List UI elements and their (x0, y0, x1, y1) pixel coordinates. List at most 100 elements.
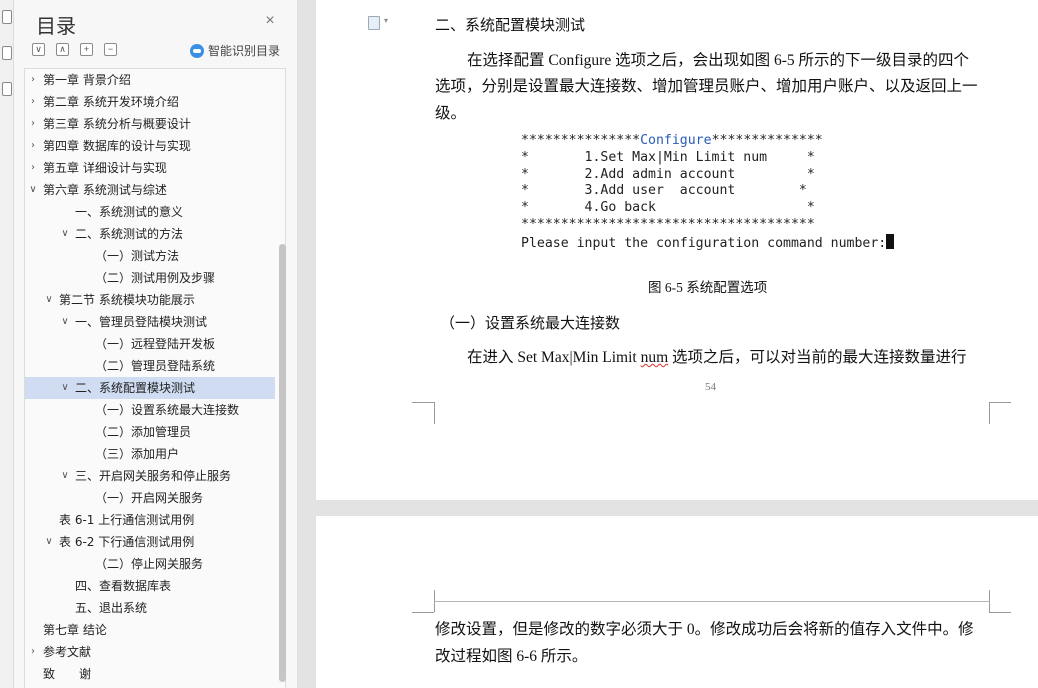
console-line: * 1.Set Max|Min Limit num * (521, 149, 815, 165)
paragraph-line: 修改设置，但是修改的数字必须大于 0。修改成功后会将新的值存入文件中。修 (435, 621, 974, 638)
crop-mark (989, 612, 1011, 613)
toc-item-label: 参考文献 (43, 645, 92, 659)
toc-item-label: 表 6-2 下行通信测试用例 (59, 535, 195, 549)
toc-item-label: 二、系统配置模块测试 (75, 381, 196, 395)
toc-item[interactable]: （二）停止网关服务 (25, 553, 275, 575)
chevron-right-icon[interactable]: › (27, 113, 39, 135)
toc-item-label: 第五章 详细设计与实现 (43, 161, 167, 175)
cloud-icon (190, 43, 204, 58)
toc-item[interactable]: › 第一章 背景介绍 (25, 69, 275, 91)
chevron-down-icon[interactable]: ▾ (384, 16, 388, 25)
close-icon[interactable]: × (262, 12, 278, 30)
toc-item[interactable]: ∨ 第六章 系统测试与综述 (25, 179, 275, 201)
toc-list-container: › 第一章 背景介绍 › 第二章 系统开发环境介绍 › 第三章 系统分析与概要设计 › 第四章… (24, 68, 286, 688)
toc-item[interactable]: › 参考文献 (25, 641, 275, 663)
toc-item[interactable]: 表 6-1 上行通信测试用例 (25, 509, 275, 531)
chevron-down-icon[interactable]: ∨ (59, 465, 71, 487)
remove-heading-icon[interactable]: − (104, 43, 117, 56)
chevron-right-icon[interactable]: › (27, 135, 39, 157)
toc-item[interactable]: 五、退出系统 (25, 597, 275, 619)
crop-mark (412, 402, 434, 403)
toc-item[interactable]: › 第三章 系统分析与概要设计 (25, 113, 275, 135)
header-rule (434, 601, 990, 602)
toc-item[interactable]: （一）开启网关服务 (25, 487, 275, 509)
toc-item[interactable]: ∨ 一、管理员登陆模块测试 (25, 311, 275, 333)
nav-pages-icon[interactable] (2, 82, 12, 96)
crop-mark (412, 612, 434, 613)
add-heading-icon[interactable]: + (80, 43, 93, 56)
chevron-down-icon[interactable]: ∨ (59, 223, 71, 245)
console-cursor (886, 233, 895, 249)
toc-item-label: 第一章 背景介绍 (43, 73, 131, 87)
toc-item[interactable]: 一、系统测试的意义 (25, 201, 275, 223)
page-number: 54 (705, 381, 716, 393)
toc-item[interactable]: 致 谢 (25, 663, 275, 685)
toc-item[interactable]: ∨ 二、系统测试的方法 (25, 223, 275, 245)
toc-item-label: （二）管理员登陆系统 (95, 359, 216, 373)
toc-item[interactable]: （一）设置系统最大连接数 (25, 399, 275, 421)
toc-scrollbar-thumb[interactable] (279, 244, 286, 682)
toc-item[interactable]: 四、查看数据库表 (25, 575, 275, 597)
toc-item[interactable]: （三）添加用户 (25, 443, 275, 465)
toc-item[interactable]: ∨ 第二节 系统模块功能展示 (25, 289, 275, 311)
toc-item[interactable]: （二）测试用例及步骤 (25, 267, 275, 289)
console-line: ************** (711, 133, 823, 148)
toc-item[interactable]: › 第二章 系统开发环境介绍 (25, 91, 275, 113)
crop-mark (989, 402, 1011, 403)
toc-item[interactable]: › 第五章 详细设计与实现 (25, 157, 275, 179)
nav-search-icon[interactable] (2, 118, 12, 132)
nav-toc-icon[interactable] (2, 10, 12, 24)
toc-panel: 目录 × ∨ ∧ + − 智能识别目录 › 第一章 背景介绍 › 第二章 系统开发环境… (14, 0, 298, 688)
console-line: ************************************* (521, 216, 815, 232)
toc-item[interactable]: （二）管理员登陆系统 (25, 355, 275, 377)
smart-detect-toc-button[interactable]: 智能识别目录 (190, 42, 280, 59)
toc-item[interactable]: 第七章 结论 (25, 619, 275, 641)
chevron-down-icon[interactable]: ∨ (43, 289, 55, 311)
toc-item-label: 第二节 系统模块功能展示 (59, 293, 195, 307)
toc-item-label: 第三章 系统分析与概要设计 (43, 117, 191, 131)
expand-all-icon[interactable]: ∨ (32, 43, 45, 56)
console-line: * 2.Add admin account * (521, 166, 815, 182)
toc-item-label: 致 谢 (43, 667, 92, 681)
toc-item-label: （二）停止网关服务 (95, 557, 204, 571)
toc-item[interactable]: › 第四章 数据库的设计与实现 (25, 135, 275, 157)
chevron-right-icon[interactable]: › (27, 69, 39, 91)
toc-item-label: 第二章 系统开发环境介绍 (43, 95, 179, 109)
crop-mark (434, 402, 435, 424)
console-line: * 4.Go back * (521, 200, 815, 216)
paragraph-format-icon[interactable] (368, 16, 380, 30)
toc-item[interactable]: （一）测试方法 (25, 245, 275, 267)
toc-item-label: 四、查看数据库表 (75, 579, 172, 593)
toc-item-label: （三）添加用户 (95, 447, 180, 461)
section-heading: 二、系统配置模块测试 (435, 16, 586, 34)
toc-item[interactable]: ∨ 二、系统配置模块测试 (25, 377, 275, 399)
toc-item-label: 第四章 数据库的设计与实现 (43, 139, 191, 153)
figure-caption: 图 6-5 系统配置选项 (648, 280, 768, 295)
toc-item-label: 三、开启网关服务和停止服务 (75, 469, 232, 483)
toc-item-label: （二）测试用例及步骤 (95, 271, 216, 285)
nav-bookmark-icon[interactable] (2, 46, 12, 60)
spellcheck-word[interactable]: num (641, 349, 669, 366)
chevron-down-icon[interactable]: ∨ (59, 311, 71, 333)
toc-item-label: （二）添加管理员 (95, 425, 192, 439)
paragraph-text: 在进入 Set Max|Min Limit (467, 349, 641, 366)
paragraph-line: 在进入 Set Max|Min Limit num 选项之后，可以对当前的最大连… (467, 345, 967, 367)
toc-item-label: 五、退出系统 (75, 601, 148, 615)
console-figure: ***************Configure************** *… (521, 133, 895, 253)
chevron-right-icon[interactable]: › (27, 641, 39, 663)
chevron-right-icon[interactable]: › (27, 91, 39, 113)
smart-detect-label: 智能识别目录 (208, 44, 281, 58)
chevron-down-icon[interactable]: ∨ (27, 179, 39, 201)
toc-item[interactable]: （一）远程登陆开发板 (25, 333, 275, 355)
subsection-heading: （一）设置系统最大连接数 (440, 314, 621, 332)
chevron-down-icon[interactable]: ∨ (43, 531, 55, 553)
collapse-all-icon[interactable]: ∧ (56, 43, 69, 56)
chevron-right-icon[interactable]: › (27, 157, 39, 179)
chevron-down-icon[interactable]: ∨ (59, 377, 71, 399)
toc-item[interactable]: （二）添加管理员 (25, 421, 275, 443)
paragraph-line: 级。 (435, 105, 467, 122)
toc-item[interactable]: ∨ 三、开启网关服务和停止服务 (25, 465, 275, 487)
toc-scrollbar[interactable] (279, 69, 287, 688)
toc-item-label: 第六章 系统测试与综述 (43, 183, 167, 197)
toc-item[interactable]: ∨ 表 6-2 下行通信测试用例 (25, 531, 275, 553)
